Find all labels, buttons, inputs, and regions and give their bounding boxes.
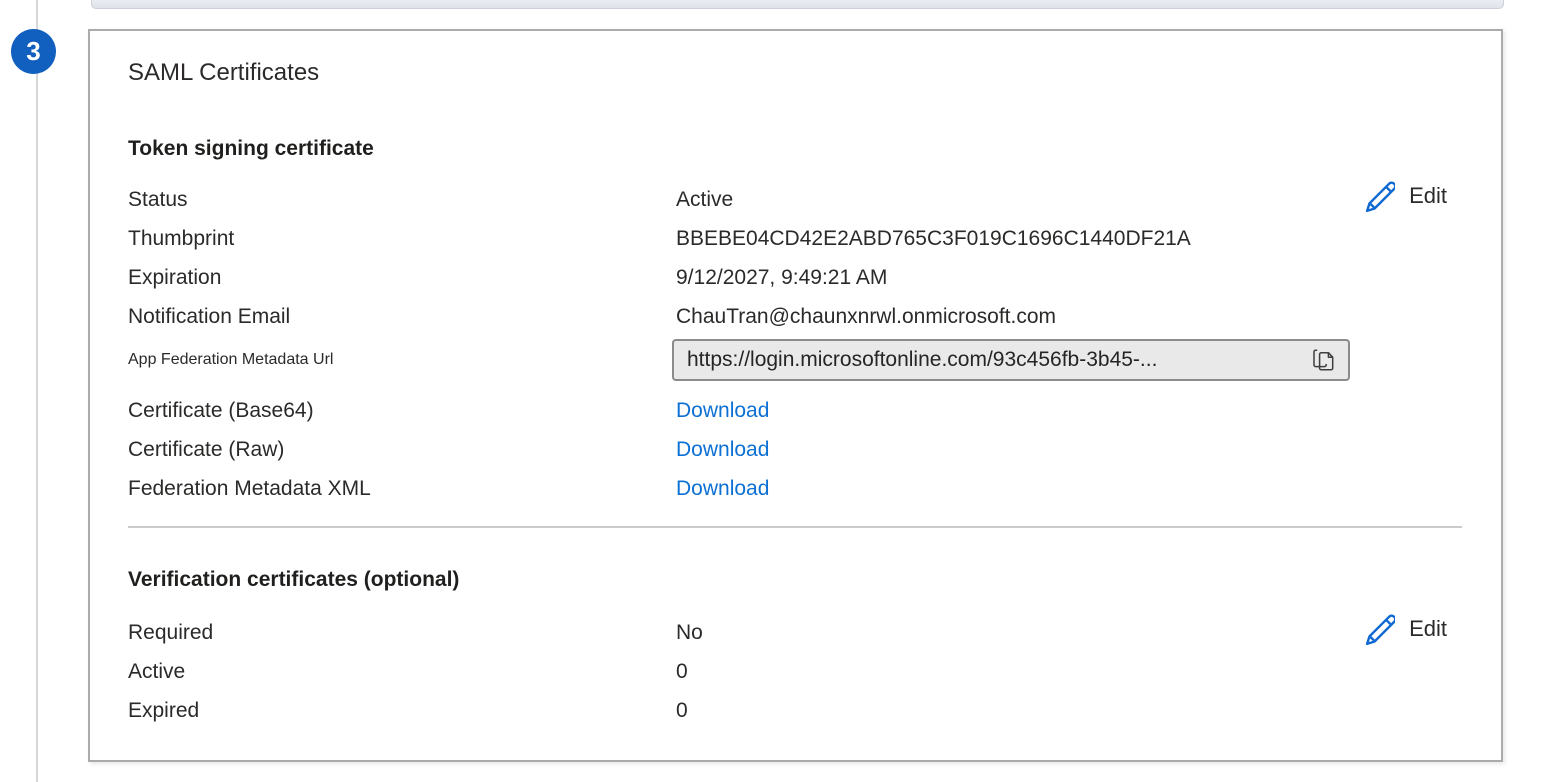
- expired-count-value: 0: [676, 698, 1462, 724]
- copy-icon: [1310, 362, 1334, 377]
- federation-metadata-xml-download-link[interactable]: Download: [676, 477, 769, 500]
- step-number: 3: [26, 36, 40, 67]
- previous-card-bottom-edge: [91, 0, 1504, 9]
- edit-button-label: Edit: [1409, 616, 1447, 642]
- expiration-row: Expiration 9/12/2027, 9:49:21 AM: [128, 258, 1462, 297]
- active-count-value: 0: [676, 659, 1462, 685]
- status-value: Active: [676, 187, 1462, 213]
- app-federation-metadata-url-label: App Federation Metadata Url: [128, 351, 676, 369]
- thumbprint-row: Thumbprint BBEBE04CD42E2ABD765C3F019C169…: [128, 219, 1462, 258]
- app-federation-metadata-url-field[interactable]: https://login.microsoftonline.com/93c456…: [672, 339, 1350, 381]
- certificate-download-rows: Certificate (Base64) Download Certificat…: [128, 391, 1462, 508]
- notification-email-label: Notification Email: [128, 304, 676, 330]
- card-title: SAML Certificates: [128, 58, 1462, 88]
- step-connector-line: [36, 0, 38, 782]
- active-count-row: Active 0: [128, 652, 1462, 691]
- pencil-icon: [1361, 610, 1395, 648]
- step-badge: 3: [11, 29, 56, 74]
- app-federation-metadata-url-row: App Federation Metadata Url https://logi…: [128, 336, 1462, 383]
- expiration-value: 9/12/2027, 9:49:21 AM: [676, 265, 1462, 291]
- certificate-raw-label: Certificate (Raw): [128, 437, 676, 463]
- required-label: Required: [128, 620, 676, 646]
- notification-email-row: Notification Email ChauTran@chaunxnrwl.o…: [128, 297, 1462, 336]
- pencil-icon: [1361, 177, 1395, 215]
- federation-metadata-xml-label: Federation Metadata XML: [128, 476, 676, 502]
- app-federation-metadata-url-value: https://login.microsoftonline.com/93c456…: [687, 348, 1157, 372]
- federation-metadata-xml-row: Federation Metadata XML Download: [128, 469, 1462, 508]
- saml-certificates-card: SAML Certificates Token signing certific…: [88, 29, 1503, 762]
- certificate-raw-download-link[interactable]: Download: [676, 438, 769, 461]
- edit-verification-certificates-button[interactable]: Edit: [1361, 610, 1447, 648]
- certificate-raw-row: Certificate (Raw) Download: [128, 430, 1462, 469]
- certificate-base64-row: Certificate (Base64) Download: [128, 391, 1462, 430]
- page: 3 SAML Certificates Token signing certif…: [0, 0, 1544, 782]
- token-signing-heading: Token signing certificate: [128, 135, 1462, 163]
- edit-token-signing-button[interactable]: Edit: [1361, 177, 1447, 215]
- certificate-base64-label: Certificate (Base64): [128, 398, 676, 424]
- thumbprint-label: Thumbprint: [128, 226, 676, 252]
- verification-rows: Required No Active 0 Expired 0: [128, 613, 1462, 730]
- expiration-label: Expiration: [128, 265, 676, 291]
- copy-url-button[interactable]: [1308, 344, 1336, 376]
- status-row: Status Active: [128, 180, 1462, 219]
- active-count-label: Active: [128, 659, 676, 685]
- required-value: No: [676, 620, 1462, 646]
- section-divider: [128, 526, 1462, 528]
- verification-certificates-heading: Verification certificates (optional): [128, 566, 1462, 594]
- required-row: Required No: [128, 613, 1462, 652]
- expired-count-row: Expired 0: [128, 691, 1462, 730]
- expired-count-label: Expired: [128, 698, 676, 724]
- thumbprint-value: BBEBE04CD42E2ABD765C3F019C1696C1440DF21A: [676, 226, 1462, 252]
- certificate-base64-download-link[interactable]: Download: [676, 399, 769, 422]
- token-signing-rows: Status Active Thumbprint BBEBE04CD42E2AB…: [128, 180, 1462, 383]
- edit-button-label: Edit: [1409, 183, 1447, 209]
- status-label: Status: [128, 187, 676, 213]
- notification-email-value: ChauTran@chaunxnrwl.onmicrosoft.com: [676, 304, 1462, 330]
